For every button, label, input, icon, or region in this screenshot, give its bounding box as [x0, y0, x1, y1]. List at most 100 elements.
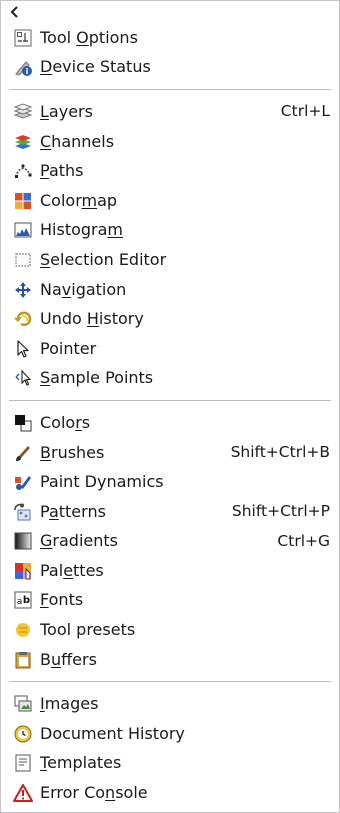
label-mnemonic: n: [105, 783, 116, 803]
svg-text:b: b: [23, 595, 30, 606]
menu-item-label: Histogram: [40, 222, 330, 238]
menu-item-label: Selection Editor: [40, 249, 330, 269]
menu-item-selection-editor[interactable]: Selection Editor: [1, 245, 339, 275]
palettes-icon: [12, 560, 34, 582]
menu-item-label: Gradients: [40, 533, 277, 549]
label-mnemonic: D: [40, 57, 53, 77]
label-text: mages: [44, 694, 99, 714]
chevron-left-icon: [10, 6, 18, 18]
label-mnemonic: P: [40, 161, 49, 181]
label-text: s: [81, 412, 91, 432]
menu-item-images[interactable]: Images: [1, 689, 339, 719]
menu-item-label: Error Console: [40, 785, 330, 801]
paint-dynamics-icon: [12, 471, 34, 493]
label-text: P: [40, 501, 49, 521]
menu-item-pointer[interactable]: Pointer: [1, 334, 339, 364]
images-icon: [12, 693, 34, 715]
menu-item-label: Undo History: [40, 311, 330, 327]
label-text: aths: [48, 161, 84, 181]
label-text: election Editor: [50, 249, 167, 269]
tool-options-icon: [12, 27, 34, 49]
label-text: ffers: [61, 649, 97, 669]
label-text: hannels: [51, 131, 115, 151]
menu-body: Tool Options i Device Status Layers Ctrl+L Ch…: [1, 23, 339, 808]
menu-item-paths[interactable]: Paths: [1, 156, 339, 186]
label-mnemonic: S: [40, 368, 51, 388]
menu-item-templates[interactable]: Templates: [1, 749, 339, 779]
label-text: Na: [40, 279, 62, 299]
label-text: ap: [97, 190, 118, 210]
menu-item-patterns[interactable]: Patterns Shift+Ctrl+P: [1, 497, 339, 527]
label-text: Pal: [40, 560, 64, 580]
label-text: ayers: [48, 101, 93, 121]
navigation-icon: [12, 279, 34, 301]
menu-item-document-history[interactable]: Document History: [1, 719, 339, 749]
brushes-icon: [12, 442, 34, 464]
menu-item-error-console[interactable]: Error Console: [1, 778, 339, 808]
menu-item-brushes[interactable]: Brushes Shift+Ctrl+B: [1, 438, 339, 468]
menu-item-shortcut: Ctrl+L: [280, 102, 330, 121]
menu-item-colors[interactable]: Colors: [1, 408, 339, 438]
menu-item-sample-points[interactable]: Sample Points: [1, 364, 339, 394]
menu-item-label: Document History: [40, 725, 330, 742]
label-mnemonic: O: [76, 27, 89, 47]
menu-item-label: Patterns: [40, 501, 232, 521]
tool-presets-icon: [12, 619, 34, 641]
menu-item-navigation[interactable]: Navigation: [1, 275, 339, 305]
menu-item-histogram[interactable]: Histogram: [1, 216, 339, 246]
menu-item-label: Pointer: [40, 340, 330, 357]
svg-text:i: i: [26, 67, 29, 76]
menu-item-tool-options[interactable]: Tool Options: [1, 23, 339, 53]
label-mnemonic: m: [81, 190, 98, 210]
menu-separator: [9, 681, 331, 683]
menu-item-label: Buffers: [40, 649, 330, 669]
menu-item-tool-presets[interactable]: Tool presets: [1, 615, 339, 645]
channels-icon: [12, 131, 34, 153]
label-text: rushes: [50, 442, 105, 462]
menu-item-undo-history[interactable]: Undo History: [1, 304, 339, 334]
label-text: Histogra: [40, 220, 108, 240]
menu-separator: [9, 89, 331, 91]
label-text: B: [40, 649, 51, 669]
label-text: Tool: [40, 27, 77, 47]
label-text: Undo: [40, 309, 87, 329]
label-mnemonic: C: [40, 131, 52, 151]
templates-icon: [12, 752, 34, 774]
svg-text:a: a: [17, 597, 23, 607]
fonts-icon: ab: [12, 589, 34, 611]
label-mnemonic: e: [63, 560, 74, 580]
menu-item-buffers[interactable]: Buffers: [1, 645, 339, 675]
label-text: Paint Dynamics: [40, 472, 164, 492]
back-button[interactable]: [1, 1, 339, 23]
label-mnemonic: T: [40, 753, 48, 773]
menu-item-label: Colormap: [40, 190, 330, 210]
menu-item-paint-dynamics[interactable]: Paint Dynamics: [1, 467, 339, 497]
menu-item-palettes[interactable]: Palettes: [1, 556, 339, 586]
menu-item-device-status[interactable]: i Device Status: [1, 53, 339, 83]
label-text: istory: [98, 309, 144, 329]
label-mnemonic: a: [48, 501, 59, 521]
label-mnemonic: S: [40, 249, 51, 269]
menu-item-gradients[interactable]: Gradients Ctrl+G: [1, 527, 339, 557]
label-text: ptions: [88, 27, 138, 47]
menu-item-channels[interactable]: Channels: [1, 127, 339, 157]
label-text: ample Points: [50, 368, 154, 388]
label-text: ttes: [73, 560, 104, 580]
menu-item-fonts[interactable]: a b Fonts: [1, 586, 339, 616]
label-text: emplates: [47, 753, 122, 773]
menu-item-layers[interactable]: Layers Ctrl+L: [1, 97, 339, 127]
label-text: Error Co: [40, 783, 106, 803]
label-text: igation: [71, 279, 127, 299]
menu-item-label: Paths: [40, 163, 330, 179]
menu-item-colormap[interactable]: Colormap: [1, 186, 339, 216]
label-text: Tool presets: [40, 620, 136, 640]
label-text: sole: [115, 783, 148, 803]
menu-item-label: Palettes: [40, 560, 330, 580]
label-text: evice Status: [52, 57, 151, 77]
label-text: radients: [52, 531, 118, 551]
label-mnemonic: G: [40, 531, 53, 551]
menu-separator: [9, 400, 331, 402]
menu-item-label: Brushes: [40, 442, 231, 462]
label-mnemonic: m: [107, 220, 124, 240]
menu-item-shortcut: Ctrl+G: [277, 531, 330, 550]
